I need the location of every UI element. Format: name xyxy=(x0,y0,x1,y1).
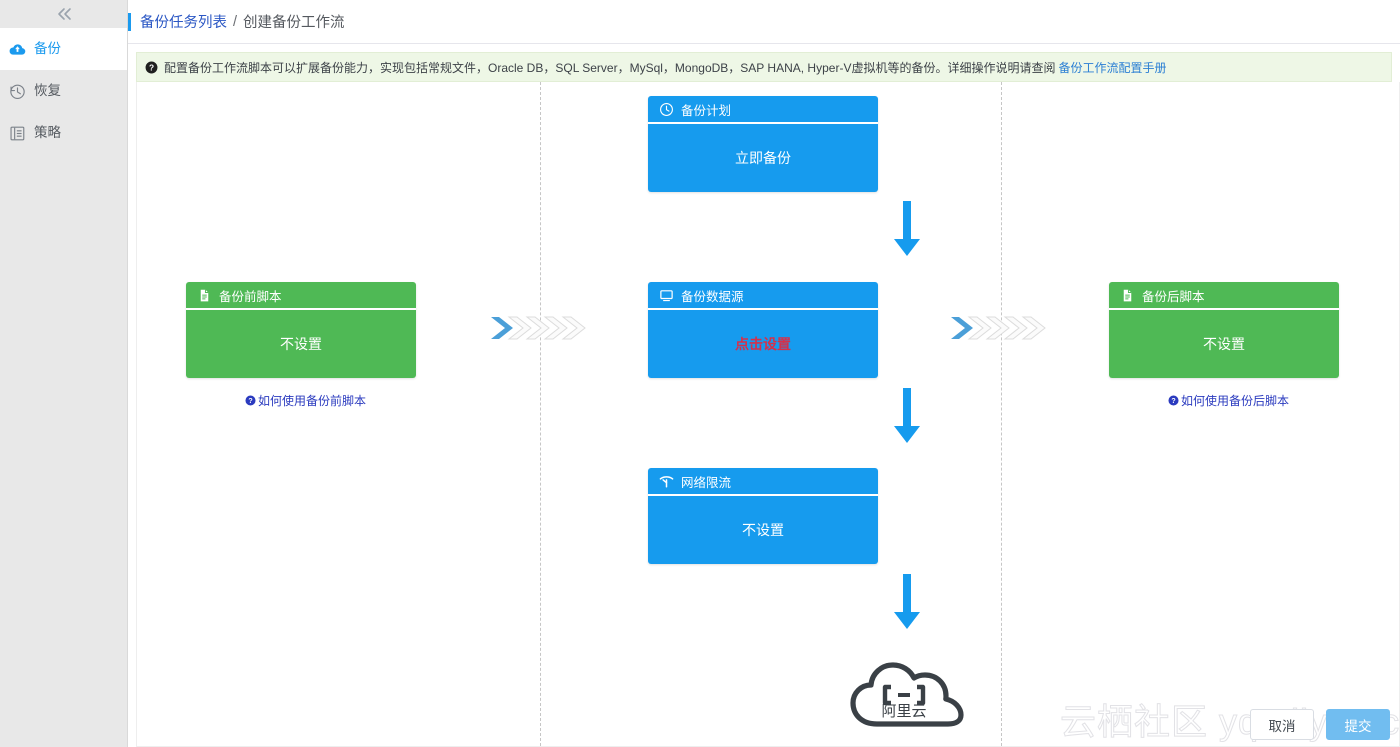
connector-chevrons-right xyxy=(949,311,1051,345)
card-value[interactable]: 不设置 xyxy=(1109,310,1339,378)
cloud-logo-text: 阿里云 xyxy=(881,703,926,720)
sidebar-item-label: 备份 xyxy=(34,41,61,57)
arrow-down-schedule-to-datasource xyxy=(890,201,924,261)
card-backup-schedule[interactable]: 备份计划 立即备份 xyxy=(648,96,878,192)
card-backup-datasource[interactable]: 备份数据源 点击设置 xyxy=(648,282,878,378)
policy-list-icon xyxy=(8,124,27,143)
submit-button[interactable]: 提交 xyxy=(1326,709,1390,740)
card-header: 网络限流 xyxy=(648,468,878,496)
question-mark-icon: ? xyxy=(1168,395,1179,406)
double-chevron-left-icon xyxy=(55,7,73,21)
workflow-canvas: 备份计划 立即备份 备份前脚本 不设置 ? 如何使用备份前脚本 备份数据源 点击… xyxy=(136,82,1400,747)
svg-text:?: ? xyxy=(1171,398,1175,405)
card-value[interactable]: 立即备份 xyxy=(648,124,878,192)
card-title: 备份计划 xyxy=(681,103,732,118)
connector-chevrons-left xyxy=(489,311,591,345)
sidebar: 备份 恢复 策略 xyxy=(0,0,128,747)
breadcrumb-accent-bar xyxy=(128,12,131,31)
sidebar-item-restore[interactable]: 恢复 xyxy=(0,70,127,112)
sidebar-item-label: 策略 xyxy=(34,125,61,141)
card-header: 备份数据源 xyxy=(648,282,878,310)
help-link-post-backup-script[interactable]: ? 如何使用备份后脚本 xyxy=(1168,392,1289,409)
card-value[interactable]: 点击设置 xyxy=(648,310,878,378)
card-value[interactable]: 不设置 xyxy=(648,496,878,564)
card-title: 备份数据源 xyxy=(681,289,744,304)
divider-dashed-left xyxy=(540,82,541,746)
app-root: 备份 恢复 策略 备份任务列表 / 创建备份工作流 ? 配置备份工作流脚本可以扩… xyxy=(0,0,1400,747)
question-mark-icon: ? xyxy=(245,395,256,406)
monitor-icon xyxy=(659,288,674,303)
help-link-label: 如何使用备份前脚本 xyxy=(258,394,367,408)
divider-dashed-right xyxy=(1001,82,1002,746)
main-content: 备份任务列表 / 创建备份工作流 ? 配置备份工作流脚本可以扩展备份能力，实现包… xyxy=(128,0,1400,747)
sidebar-item-policy[interactable]: 策略 xyxy=(0,112,127,154)
breadcrumb-link-backup-task-list[interactable]: 备份任务列表 xyxy=(140,11,227,32)
alibaba-cloud-logo: 阿里云 xyxy=(847,650,967,734)
info-banner-link[interactable]: 备份工作流配置手册 xyxy=(1058,59,1166,76)
help-link-pre-backup-script[interactable]: ? 如何使用备份前脚本 xyxy=(245,392,366,409)
breadcrumb: 备份任务列表 / 创建备份工作流 xyxy=(128,0,1400,44)
file-icon xyxy=(1120,288,1135,303)
file-icon xyxy=(197,288,212,303)
cloud-upload-icon xyxy=(8,40,27,59)
help-link-label: 如何使用备份后脚本 xyxy=(1181,394,1290,408)
breadcrumb-separator: / xyxy=(233,13,238,30)
clock-restore-icon xyxy=(8,82,27,101)
sidebar-item-label: 恢复 xyxy=(34,83,61,99)
card-title: 网络限流 xyxy=(681,475,732,490)
arrow-down-throttle-to-cloud xyxy=(890,574,924,634)
sidebar-item-backup[interactable]: 备份 xyxy=(0,28,127,70)
card-pre-backup-script[interactable]: 备份前脚本 不设置 xyxy=(186,282,416,378)
card-title: 备份前脚本 xyxy=(219,289,282,304)
cancel-button[interactable]: 取消 xyxy=(1250,709,1314,740)
card-title: 备份后脚本 xyxy=(1142,289,1205,304)
wifi-icon xyxy=(659,474,674,489)
sidebar-collapse-button[interactable] xyxy=(0,0,127,28)
card-header: 备份前脚本 xyxy=(186,282,416,310)
info-banner: ? 配置备份工作流脚本可以扩展备份能力，实现包括常规文件，Oracle DB，S… xyxy=(136,52,1392,82)
svg-text:?: ? xyxy=(149,62,154,72)
arrow-down-datasource-to-throttle xyxy=(890,388,924,448)
footer-actions: 取消 提交 xyxy=(1250,709,1390,740)
card-header: 备份后脚本 xyxy=(1109,282,1339,310)
card-header: 备份计划 xyxy=(648,96,878,124)
info-banner-text: 配置备份工作流脚本可以扩展备份能力，实现包括常规文件，Oracle DB，SQL… xyxy=(164,60,1056,75)
card-post-backup-script[interactable]: 备份后脚本 不设置 xyxy=(1109,282,1339,378)
card-value[interactable]: 不设置 xyxy=(186,310,416,378)
card-network-throttle[interactable]: 网络限流 不设置 xyxy=(648,468,878,564)
clock-icon xyxy=(659,102,674,117)
svg-text:?: ? xyxy=(248,398,252,405)
breadcrumb-current-page: 创建备份工作流 xyxy=(243,15,345,31)
question-mark-icon: ? xyxy=(145,61,158,74)
